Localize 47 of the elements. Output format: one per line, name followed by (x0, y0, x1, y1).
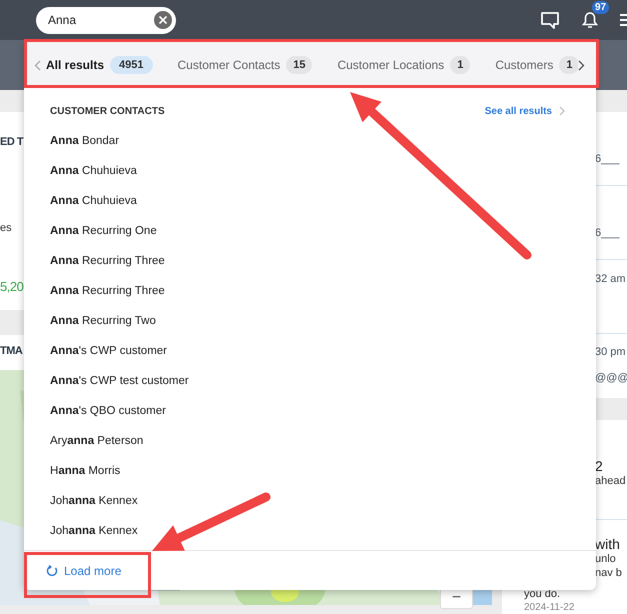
contact-result[interactable]: Aryanna Peterson (24, 426, 596, 456)
contact-result[interactable]: Anna's CWP customer (24, 336, 596, 366)
bell-icon[interactable] (582, 11, 598, 29)
card-heading: TMA (0, 345, 22, 359)
news-text: unlo (595, 552, 616, 566)
notification-badge: 97 (592, 1, 610, 14)
contact-result[interactable]: Anna's CWP test customer (24, 366, 596, 396)
contact-result[interactable]: Anna Chuhuieva (24, 156, 596, 186)
card-label: es (0, 222, 12, 234)
news-text: ahead (595, 474, 626, 488)
see-all-link[interactable]: See all results (484, 106, 565, 116)
amount-text: 5,20 (0, 279, 24, 294)
search-field[interactable]: Anna (36, 6, 176, 34)
news-title: 2 (595, 458, 603, 474)
result-tab[interactable]: Customers 1 (495, 56, 578, 74)
refresh-icon (46, 564, 58, 576)
chat-icon[interactable] (540, 10, 560, 30)
clear-icon[interactable] (154, 11, 172, 29)
menu-icon[interactable] (620, 13, 627, 27)
activity-text: 30 pm (595, 346, 626, 358)
contact-result[interactable]: Johanna Kennex (24, 516, 596, 546)
contact-result[interactable]: Anna's QBO customer (24, 396, 596, 426)
card-heading: ED T (0, 136, 24, 148)
section-title: CUSTOMER CONTACTS (50, 106, 165, 116)
load-more-button[interactable]: Load more (42, 560, 126, 582)
contact-result[interactable]: Anna Recurring Two (24, 306, 596, 336)
count-badge: 1 (559, 56, 578, 74)
count-badge: 4951 (110, 56, 153, 74)
result-tab[interactable]: Customer Contacts 15 (178, 56, 312, 74)
contact-result[interactable]: Anna Chuhuieva (24, 186, 596, 216)
news-date: 2024-11-22 (524, 602, 574, 613)
news-text: nav b (595, 566, 622, 580)
count-badge: 15 (286, 56, 312, 74)
news-title: with (595, 536, 620, 552)
activity-text: 32 am (595, 273, 626, 285)
chevron-right-icon[interactable] (578, 60, 585, 70)
contact-result[interactable]: Anna Recurring One (24, 216, 596, 246)
contact-result[interactable]: Anna Recurring Three (24, 246, 596, 276)
contact-result[interactable]: Johanna Kennex (24, 486, 596, 516)
contact-result[interactable]: Anna Bondar (24, 126, 596, 156)
contact-result[interactable]: Hanna Morris (24, 456, 596, 486)
chevron-right-icon (559, 106, 565, 116)
contact-result[interactable]: Anna Recurring Three (24, 276, 596, 306)
result-tab[interactable]: All results 4951 (46, 56, 153, 74)
result-tab[interactable]: Customer Locations 1 (337, 56, 470, 74)
news-text: you do. (524, 588, 560, 600)
count-badge: 1 (450, 56, 470, 74)
